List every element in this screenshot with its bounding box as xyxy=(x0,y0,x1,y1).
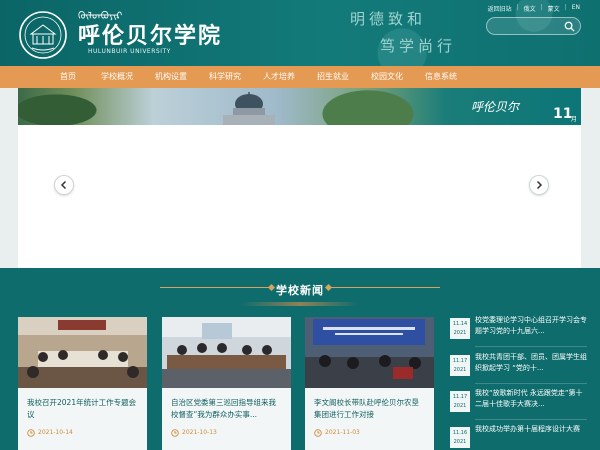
logo-text[interactable]: ᠬᠥᠯᠦᠨᠪᠦᠶᠢᠷ 呼伦贝尔学院 HULUNBUIR UNIVERSITY xyxy=(78,11,222,56)
banner-day: 11 xyxy=(553,106,573,122)
chevron-left-icon xyxy=(60,180,67,190)
university-logo[interactable] xyxy=(18,10,68,60)
news-card-date: 2021-10-14 xyxy=(38,429,73,436)
list-item-title[interactable]: 我校成功举办第十届程序设计大赛 xyxy=(475,424,587,435)
chevron-right-icon xyxy=(536,180,543,190)
link-old-site[interactable]: 返回旧站 xyxy=(488,4,512,13)
search-input[interactable] xyxy=(493,20,561,32)
news-photo-meeting xyxy=(18,317,147,388)
list-item[interactable]: 11.17 2021 我校“放歌新时代 永远跟党走”第十二届十佳歌手大赛决... xyxy=(450,388,592,422)
news-card-title[interactable]: 李文阁校长带队赴呼伦贝尔农垦集团进行工作对接 xyxy=(314,397,426,421)
search-icon[interactable] xyxy=(564,21,575,32)
nav-item-info-systems[interactable]: 信息系统 xyxy=(414,66,468,88)
news-section-header: 学校新闻 xyxy=(0,279,600,297)
motto-line-1: 明德致和 xyxy=(350,10,427,28)
date-badge: 11.14 2021 xyxy=(450,318,470,339)
hero-banner: 呼伦贝尔 11 月 xyxy=(0,88,600,268)
clock-icon xyxy=(314,429,322,437)
news-photo-conference xyxy=(305,317,434,388)
news-card-title[interactable]: 我校召开2021年统计工作专题会议 xyxy=(27,397,139,421)
link-english[interactable]: EN xyxy=(572,4,580,13)
banner-month: 月 xyxy=(571,116,578,123)
list-item[interactable]: 11.14 2021 校党委理论学习中心组召开学习会专题学习党的十九届六... xyxy=(450,315,592,349)
logo-english-name: HULUNBUIR UNIVERSITY xyxy=(88,48,171,55)
list-item-title[interactable]: 我校共青团干部、团员、团属学生组织掀起学习 “党的十... xyxy=(475,352,587,374)
list-item-title[interactable]: 校党委理论学习中心组召开学习会专题学习党的十九届六... xyxy=(475,315,587,337)
banner-slide-area xyxy=(18,125,581,268)
banner-next-button[interactable] xyxy=(529,175,549,195)
link-russian[interactable]: 俄文 xyxy=(524,4,536,13)
nav-item-admissions[interactable]: 招生就业 xyxy=(306,66,360,88)
news-card[interactable]: 李文阁校长带队赴呼伦贝尔农垦集团进行工作对接 2021-11-03 xyxy=(305,317,434,450)
school-motto: 明德致和 笃学尚行 xyxy=(350,8,480,56)
nav-item-about[interactable]: 学校概况 xyxy=(90,66,144,88)
nav-item-education[interactable]: 人才培养 xyxy=(252,66,306,88)
banner-brand-mark: 呼伦贝尔 xyxy=(471,100,520,114)
banner-prev-button[interactable] xyxy=(54,175,74,195)
news-section-title[interactable]: 学校新闻 xyxy=(276,284,324,297)
news-card-date: 2021-11-03 xyxy=(325,429,360,436)
list-item-title[interactable]: 我校“放歌新时代 永远跟党走”第十二届十佳歌手大赛决... xyxy=(475,388,587,410)
news-card[interactable]: 自治区党委第三巡回指导组来我校督查“我为群众办实事... 2021-10-13 xyxy=(162,317,291,450)
nav-item-research[interactable]: 科学研究 xyxy=(198,66,252,88)
main-nav: 首页 学校概况 机构设置 科学研究 人才培养 招生就业 校园文化 信息系统 xyxy=(0,66,600,88)
date-badge: 11.17 2021 xyxy=(450,355,470,376)
nav-item-home[interactable]: 首页 xyxy=(46,66,90,88)
campus-dome-image xyxy=(223,92,275,125)
nav-item-departments[interactable]: 机构设置 xyxy=(144,66,198,88)
banner-image[interactable]: 呼伦贝尔 11 月 xyxy=(18,88,581,125)
list-item[interactable]: 11.16 2021 我校成功举办第十届程序设计大赛 xyxy=(450,424,592,450)
news-card-date: 2021-10-13 xyxy=(182,429,217,436)
date-badge: 11.17 2021 xyxy=(450,391,470,412)
clock-icon xyxy=(171,429,179,437)
site-header: ᠬᠥᠯᠦᠨᠪᠦᠶᠢᠷ 呼伦贝尔学院 HULUNBUIR UNIVERSITY 明… xyxy=(0,0,600,66)
news-card[interactable]: 我校召开2021年统计工作专题会议 2021-10-14 xyxy=(18,317,147,450)
news-card-title[interactable]: 自治区党委第三巡回指导组来我校督查“我为群众办实事... xyxy=(171,397,283,421)
search-box xyxy=(486,17,581,35)
logo-mongolian: ᠬᠥᠯᠦᠨᠪᠦᠶᠢᠷ xyxy=(78,11,123,22)
news-photo-inspection xyxy=(162,317,291,388)
top-links: 返回旧站 | 俄文 | 蒙文 | EN xyxy=(487,4,580,13)
nav-item-campus-culture[interactable]: 校园文化 xyxy=(360,66,414,88)
motto-line-2: 笃学尚行 xyxy=(380,37,457,55)
link-mongolian[interactable]: 蒙文 xyxy=(548,4,560,13)
section-divider xyxy=(241,302,359,306)
logo-chinese-name: 呼伦贝尔学院 xyxy=(78,23,223,49)
list-item[interactable]: 11.17 2021 我校共青团干部、团员、团属学生组织掀起学习 “党的十... xyxy=(450,352,592,386)
date-badge: 11.16 2021 xyxy=(450,427,470,448)
clock-icon xyxy=(27,429,35,437)
